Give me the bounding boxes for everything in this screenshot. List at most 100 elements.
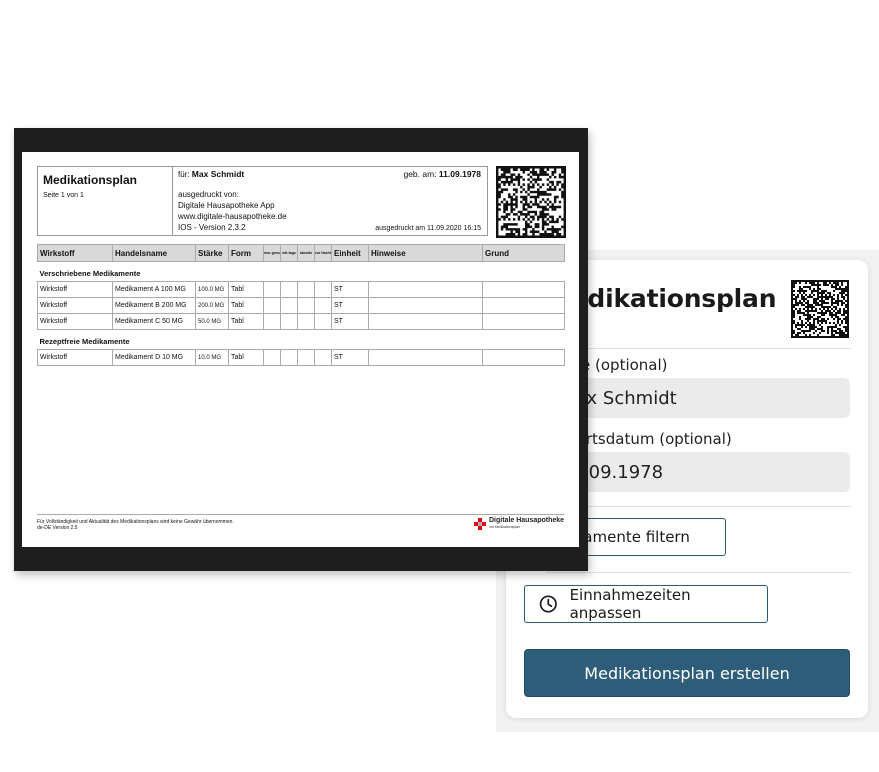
col-mittags: mit-tags xyxy=(280,244,298,262)
cell-hinweise xyxy=(368,281,483,298)
footer-divider xyxy=(37,514,564,515)
birth-date-input[interactable] xyxy=(546,452,850,492)
table-header-row: Wirkstoff Handelsname Stärke Form mor-ge… xyxy=(37,244,565,262)
printed-by-version: IOS - Version 2.3.2 xyxy=(178,223,246,232)
cell-name: Medikament B 200 MG xyxy=(112,297,196,314)
cell-abends xyxy=(297,297,315,314)
medication-table: Wirkstoff Handelsname Stärke Form mor-ge… xyxy=(37,244,565,366)
cell-nacht xyxy=(314,281,332,298)
cell-staerke: 50.0 MG xyxy=(195,313,229,330)
adjust-intake-times-button[interactable]: Einnahmezeiten anpassen xyxy=(524,585,768,623)
document-footer: Für Vollständigkeit und Aktualität des M… xyxy=(37,519,234,531)
divider xyxy=(546,572,852,573)
logo-subtitle: mit Medikationsplan xyxy=(489,525,520,529)
cell-grund xyxy=(482,349,565,366)
qr-code-icon xyxy=(496,166,566,238)
birth-date: 11.09.1978 xyxy=(438,169,481,179)
header-title-cell: Medikationsplan Seite 1 von 1 xyxy=(38,167,173,235)
cell-wirkstoff: Wirkstoff xyxy=(37,313,113,330)
cell-morgens xyxy=(263,297,281,314)
cell-nacht xyxy=(314,297,332,314)
name-input[interactable] xyxy=(546,378,850,418)
cell-wirkstoff: Wirkstoff xyxy=(37,297,113,314)
footer-version: de-DE Version 2.5 xyxy=(37,525,78,531)
printed-by-label: ausgedruckt von: xyxy=(178,190,239,199)
section-row: Rezeptfreie Medikamente xyxy=(38,330,565,350)
cell-nacht xyxy=(314,349,332,366)
header-birth-date: geb. am: 11.09.1978 xyxy=(403,169,481,179)
cell-form: Tabl xyxy=(228,349,264,366)
cell-hinweise xyxy=(368,313,483,330)
cell-form: Tabl xyxy=(228,313,264,330)
cell-mittags xyxy=(280,297,298,314)
col-abends: abends xyxy=(297,244,315,262)
document-header: Medikationsplan Seite 1 von 1 für: Max S… xyxy=(37,166,488,236)
cell-grund xyxy=(482,281,565,298)
table-row: Wirkstoff Medikament C 50 MG 50.0 MG Tab… xyxy=(37,313,565,330)
cell-einheit: ST xyxy=(331,281,369,298)
printed-at: ausgedruckt am 11.09.2020 16:15 xyxy=(375,225,481,232)
printed-by-url: www.digitale-hausapotheke.de xyxy=(178,212,287,221)
col-nacht: zur Nacht xyxy=(314,244,332,262)
create-plan-button[interactable]: Medikationsplan erstellen xyxy=(524,649,850,697)
cell-morgens xyxy=(263,313,281,330)
cell-nacht xyxy=(314,313,332,330)
cell-mittags xyxy=(280,313,298,330)
for-label: für: xyxy=(178,170,190,179)
cell-abends xyxy=(297,349,315,366)
cell-morgens xyxy=(263,281,281,298)
logo-text: Digitale Hausapotheke mit Medikationspla… xyxy=(489,517,564,530)
col-einheit: Einheit xyxy=(331,244,369,262)
brand-logo: Digitale Hausapotheke mit Medikationspla… xyxy=(474,517,564,530)
table-row: Wirkstoff Medikament D 10 MG 10.0 MG Tab… xyxy=(37,349,565,366)
col-wirkstoff: Wirkstoff xyxy=(37,244,113,262)
cell-name: Medikament D 10 MG xyxy=(112,349,196,366)
cell-name: Medikament C 50 MG xyxy=(112,313,196,330)
col-morgens: mor-gens xyxy=(263,244,281,262)
printed-by-app: Digitale Hausapotheke App xyxy=(178,201,275,210)
cross-logo-icon xyxy=(474,518,486,530)
cell-morgens xyxy=(263,349,281,366)
section-row: Verschriebene Medikamente xyxy=(38,262,565,282)
cell-form: Tabl xyxy=(228,297,264,314)
cell-hinweise xyxy=(368,297,483,314)
section-otc: Rezeptfreie Medikamente xyxy=(39,337,130,346)
cell-einheit: ST xyxy=(331,313,369,330)
table-row: Wirkstoff Medikament A 100 MG 100.0 MG T… xyxy=(37,281,565,298)
cell-mittags xyxy=(280,349,298,366)
document-preview: Medikationsplan Seite 1 von 1 für: Max S… xyxy=(14,128,588,571)
cell-form: Tabl xyxy=(228,281,264,298)
divider xyxy=(546,348,852,349)
clock-icon xyxy=(539,595,557,613)
col-staerke: Stärke xyxy=(195,244,229,262)
patient-name: Max Schmidt xyxy=(191,169,245,179)
cell-hinweise xyxy=(368,349,483,366)
col-form: Form xyxy=(228,244,264,262)
col-grund: Grund xyxy=(482,244,565,262)
adjust-intake-times-label: Einnahmezeiten anpassen xyxy=(569,586,691,622)
col-hinweise: Hinweise xyxy=(368,244,483,262)
document-title: Medikationsplan xyxy=(43,173,138,187)
qr-code-icon xyxy=(791,280,849,338)
cell-staerke: 100.0 MG xyxy=(195,281,229,298)
create-plan-label: Medikationsplan erstellen xyxy=(584,663,790,683)
header-patient-info: für: Max Schmidt ausgedruckt von: Digita… xyxy=(178,169,287,233)
cell-staerke: 200.0 MG xyxy=(195,297,229,314)
cell-abends xyxy=(297,281,315,298)
cell-einheit: ST xyxy=(331,349,369,366)
section-prescribed: Verschriebene Medikamente xyxy=(39,269,141,278)
document-page: Medikationsplan Seite 1 von 1 für: Max S… xyxy=(22,152,579,547)
table-row: Wirkstoff Medikament B 200 MG 200.0 MG T… xyxy=(37,297,565,314)
cell-mittags xyxy=(280,281,298,298)
cell-grund xyxy=(482,297,565,314)
cell-wirkstoff: Wirkstoff xyxy=(37,281,113,298)
col-handelsname: Handelsname xyxy=(112,244,196,262)
cell-staerke: 10.0 MG xyxy=(195,349,229,366)
cell-name: Medikament A 100 MG xyxy=(112,281,196,298)
cell-grund xyxy=(482,313,565,330)
cell-abends xyxy=(297,313,315,330)
cell-einheit: ST xyxy=(331,297,369,314)
divider xyxy=(546,506,852,507)
birth-label: geb. am: xyxy=(403,169,437,179)
page-indicator: Seite 1 von 1 xyxy=(43,192,84,199)
